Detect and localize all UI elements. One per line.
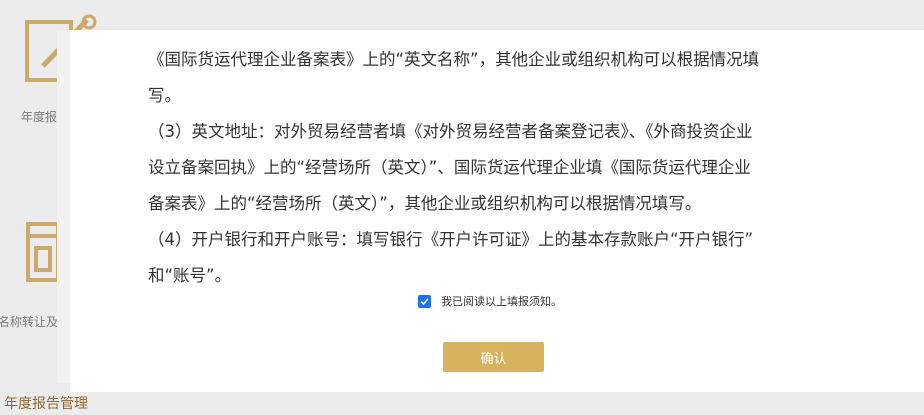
agreement-row: 我已阅读以上填报须知。 xyxy=(418,293,562,309)
notice-line: 写。 xyxy=(148,86,181,105)
transfer-document-icon xyxy=(26,222,60,282)
annual-report-management-title: 年度报告管理 xyxy=(4,396,88,412)
notice-line: 和“账号”。 xyxy=(148,266,232,285)
confirm-button[interactable]: 确认 xyxy=(443,342,544,372)
agreement-checkbox[interactable] xyxy=(418,294,431,308)
check-icon xyxy=(420,297,429,305)
bg-label-annual-report: 年度报 xyxy=(21,110,58,124)
notice-line: （3）英文地址：对外贸易经营者填《对外贸易经营者备案登记表》、《外商投资企业 xyxy=(148,122,753,141)
notice-line: 设立备案回执》上的“经营场所（英文）”、国际货运代理企业填《国际货运代理企业 xyxy=(148,158,751,177)
notice-text: 《国际货运代理企业备案表》上的“英文名称”，其他企业或组织机构可以根据情况填 写… xyxy=(148,42,848,294)
fill-notice-modal: 《国际货运代理企业备案表》上的“英文名称”，其他企业或组织机构可以根据情况填 写… xyxy=(70,30,924,392)
notice-line: （4）开户银行和开户账号：填写银行《开户许可证》上的基本存款账户“开户银行” xyxy=(148,230,754,249)
notice-line: 备案表》上的“经营场所（英文）”，其他企业或组织机构可以根据情况填写。 xyxy=(148,194,702,213)
agreement-label: 我已阅读以上填报须知。 xyxy=(441,295,562,308)
notice-line: 《国际货运代理企业备案表》上的“英文名称”，其他企业或组织机构可以根据情况填 xyxy=(148,50,760,69)
bg-label-name-transfer: 名称转让及 xyxy=(0,315,59,329)
